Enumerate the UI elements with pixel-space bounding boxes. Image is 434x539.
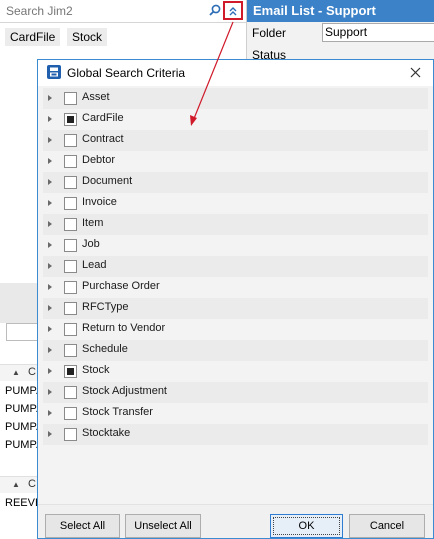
criteria-checkbox[interactable] xyxy=(64,218,77,231)
expand-arrow-icon[interactable] xyxy=(48,221,52,227)
expand-arrow-icon[interactable] xyxy=(48,95,52,101)
search-icon[interactable] xyxy=(209,4,221,16)
expand-arrow-icon[interactable] xyxy=(48,410,52,416)
criteria-label: Purchase Order xyxy=(82,280,160,292)
dialog-title: Global Search Criteria xyxy=(67,66,186,80)
criteria-checkbox[interactable] xyxy=(64,344,77,357)
select-all-button[interactable]: Select All xyxy=(45,514,120,538)
criteria-label: Job xyxy=(82,238,100,250)
criteria-label: Stock Transfer xyxy=(82,406,153,418)
criteria-row[interactable]: Schedule xyxy=(43,340,428,361)
expand-arrow-icon[interactable] xyxy=(48,305,52,311)
criteria-checkbox[interactable] xyxy=(64,302,77,315)
expand-arrow-icon[interactable] xyxy=(48,179,52,185)
expand-arrow-icon[interactable] xyxy=(48,200,52,206)
criteria-label: Stocktake xyxy=(82,427,131,439)
double-chevron-up-icon xyxy=(229,6,237,15)
search-input[interactable] xyxy=(6,3,202,19)
criteria-checkbox[interactable] xyxy=(64,92,77,105)
criteria-row[interactable]: Stock Transfer xyxy=(43,403,428,424)
panel-title: Email List - Support xyxy=(247,0,434,22)
criteria-row[interactable]: Stock Adjustment xyxy=(43,382,428,403)
criteria-list: Asset CardFile Contract Debtor Document Invoi… xyxy=(43,88,428,533)
expand-arrow-icon[interactable] xyxy=(48,368,52,374)
criteria-checkbox[interactable] xyxy=(64,176,77,189)
collapse-triangle-icon: ▲ xyxy=(12,480,20,489)
close-button[interactable] xyxy=(406,63,424,81)
criteria-row[interactable]: Debtor xyxy=(43,151,428,172)
group-label: C xyxy=(28,478,36,490)
criteria-row[interactable]: Stock xyxy=(43,361,428,382)
expand-arrow-icon[interactable] xyxy=(48,137,52,143)
folder-label: Folder xyxy=(252,26,287,40)
criteria-checkbox[interactable] xyxy=(64,197,77,210)
expand-arrow-icon[interactable] xyxy=(48,242,52,248)
criteria-label: Invoice xyxy=(82,196,117,208)
criteria-checkbox[interactable] xyxy=(64,386,77,399)
search-bar xyxy=(0,0,246,23)
criteria-row[interactable]: Invoice xyxy=(43,193,428,214)
criteria-row[interactable]: Asset xyxy=(43,88,428,109)
criteria-checkbox[interactable] xyxy=(64,134,77,147)
expand-arrow-icon[interactable] xyxy=(48,158,52,164)
criteria-row[interactable]: Stocktake xyxy=(43,424,428,445)
global-search-criteria-dialog: Global Search Criteria Asset CardFile Cont… xyxy=(37,59,434,539)
criteria-checkbox[interactable] xyxy=(64,365,77,378)
dialog-footer: Select All Unselect All OK Cancel xyxy=(38,504,433,538)
list-item[interactable]: PUMP. xyxy=(5,382,38,400)
collapse-search-button[interactable] xyxy=(223,1,243,20)
folder-field[interactable]: Support xyxy=(322,23,434,42)
dialog-titlebar: Global Search Criteria xyxy=(38,60,433,86)
criteria-label: Stock xyxy=(82,364,110,376)
criteria-label: Asset xyxy=(82,91,110,103)
filter-chip-stock[interactable]: Stock xyxy=(67,28,108,46)
criteria-row[interactable]: Item xyxy=(43,214,428,235)
criteria-row[interactable]: Return to Vendor xyxy=(43,319,428,340)
cancel-button[interactable]: Cancel xyxy=(349,514,425,538)
list-item[interactable]: PUMP. xyxy=(5,436,38,454)
criteria-row[interactable]: Document xyxy=(43,172,428,193)
criteria-checkbox[interactable] xyxy=(64,239,77,252)
criteria-checkbox[interactable] xyxy=(64,428,77,441)
criteria-row[interactable]: CardFile xyxy=(43,109,428,130)
unselect-all-button[interactable]: Unselect All xyxy=(125,514,201,538)
criteria-checkbox[interactable] xyxy=(64,281,77,294)
criteria-label: RFCType xyxy=(82,301,129,313)
app-logo-icon xyxy=(47,65,61,79)
filter-chip-cardfile[interactable]: CardFile xyxy=(5,28,61,46)
collapse-triangle-icon: ▲ xyxy=(12,368,20,377)
close-icon xyxy=(410,67,420,77)
criteria-checkbox[interactable] xyxy=(64,323,77,336)
criteria-label: Contract xyxy=(82,133,124,145)
criteria-label: Debtor xyxy=(82,154,116,166)
criteria-row[interactable]: Lead xyxy=(43,256,428,277)
expand-arrow-icon[interactable] xyxy=(48,347,52,353)
criteria-label: Item xyxy=(82,217,104,229)
criteria-row[interactable]: Contract xyxy=(43,130,428,151)
criteria-label: Schedule xyxy=(82,343,128,355)
criteria-checkbox[interactable] xyxy=(64,407,77,420)
ok-button[interactable]: OK xyxy=(270,514,343,538)
criteria-row[interactable]: Purchase Order xyxy=(43,277,428,298)
group-label: C xyxy=(28,366,36,378)
expand-arrow-icon[interactable] xyxy=(48,116,52,122)
criteria-label: Document xyxy=(82,175,133,187)
expand-arrow-icon[interactable] xyxy=(48,431,52,437)
criteria-label: CardFile xyxy=(82,112,124,124)
criteria-label: Stock Adjustment xyxy=(82,385,167,397)
list-item[interactable]: PUMP. xyxy=(5,418,38,436)
criteria-row[interactable]: RFCType xyxy=(43,298,428,319)
expand-arrow-icon[interactable] xyxy=(48,263,52,269)
list-item[interactable]: PUMP. xyxy=(5,400,38,418)
criteria-checkbox[interactable] xyxy=(64,113,77,126)
criteria-row[interactable]: Job xyxy=(43,235,428,256)
expand-arrow-icon[interactable] xyxy=(48,284,52,290)
criteria-label: Return to Vendor xyxy=(82,322,166,334)
expand-arrow-icon[interactable] xyxy=(48,326,52,332)
expand-arrow-icon[interactable] xyxy=(48,389,52,395)
criteria-checkbox[interactable] xyxy=(64,155,77,168)
criteria-label: Lead xyxy=(82,259,107,271)
criteria-checkbox[interactable] xyxy=(64,260,77,273)
